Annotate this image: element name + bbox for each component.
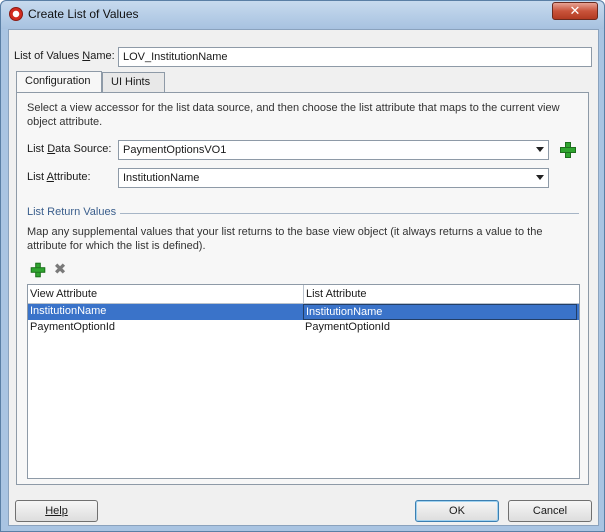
- tab-configuration[interactable]: Configuration: [16, 71, 102, 93]
- view-attribute-cell[interactable]: PaymentOptionId: [28, 320, 303, 336]
- tab-ui-hints[interactable]: UI Hints: [102, 72, 165, 92]
- list-data-source-value: PaymentOptionsVO1: [123, 144, 227, 156]
- close-button[interactable]: ✕: [552, 2, 598, 20]
- lov-name-label: List of Values Name:: [14, 50, 115, 62]
- list-data-source-label: List Data Source:: [27, 143, 112, 155]
- oracle-logo-icon: [9, 7, 23, 21]
- add-row-plus-icon[interactable]: [30, 262, 46, 278]
- configuration-panel: Select a view accessor for the list data…: [16, 92, 589, 485]
- list-attribute-select[interactable]: InstitutionName: [118, 168, 549, 188]
- table-header: View Attribute List Attribute: [28, 285, 579, 304]
- list-attribute-label: List Attribute:: [27, 171, 91, 183]
- list-attribute-value: InstitutionName: [123, 172, 200, 184]
- column-header-list-attribute[interactable]: List Attribute: [303, 285, 579, 303]
- return-values-table: View Attribute List Attribute Institutio…: [27, 284, 580, 479]
- window-title: Create List of Values: [28, 7, 139, 21]
- configuration-description: Select a view accessor for the list data…: [27, 102, 560, 128]
- column-header-view-attribute[interactable]: View Attribute: [28, 285, 303, 303]
- title-bar: Create List of Values ✕: [1, 1, 604, 29]
- dropdown-arrow-icon: [536, 175, 544, 180]
- section-divider: [120, 213, 579, 214]
- list-data-source-select[interactable]: PaymentOptionsVO1: [118, 140, 549, 160]
- table-row[interactable]: PaymentOptionId PaymentOptionId: [28, 320, 579, 336]
- list-attribute-cell[interactable]: PaymentOptionId: [303, 320, 577, 336]
- dialog-window: Create List of Values ✕ List of Values N…: [0, 0, 605, 532]
- lov-name-input[interactable]: LOV_InstitutionName: [118, 47, 592, 67]
- dialog-body: List of Values Name: LOV_InstitutionName…: [8, 29, 599, 526]
- return-values-description: Map any supplemental values that your li…: [27, 226, 543, 252]
- view-attribute-cell[interactable]: InstitutionName: [28, 304, 303, 320]
- cancel-button[interactable]: Cancel: [508, 500, 592, 522]
- ok-button[interactable]: OK: [415, 500, 499, 522]
- remove-row-x-icon[interactable]: ✖: [53, 262, 67, 277]
- dropdown-arrow-icon: [536, 147, 544, 152]
- table-row[interactable]: InstitutionName InstitutionName: [28, 304, 579, 320]
- list-return-values-heading: List Return Values: [27, 206, 117, 218]
- list-attribute-cell[interactable]: InstitutionName: [303, 304, 577, 320]
- help-button[interactable]: Help: [15, 500, 98, 522]
- add-data-source-plus-icon[interactable]: [560, 142, 576, 158]
